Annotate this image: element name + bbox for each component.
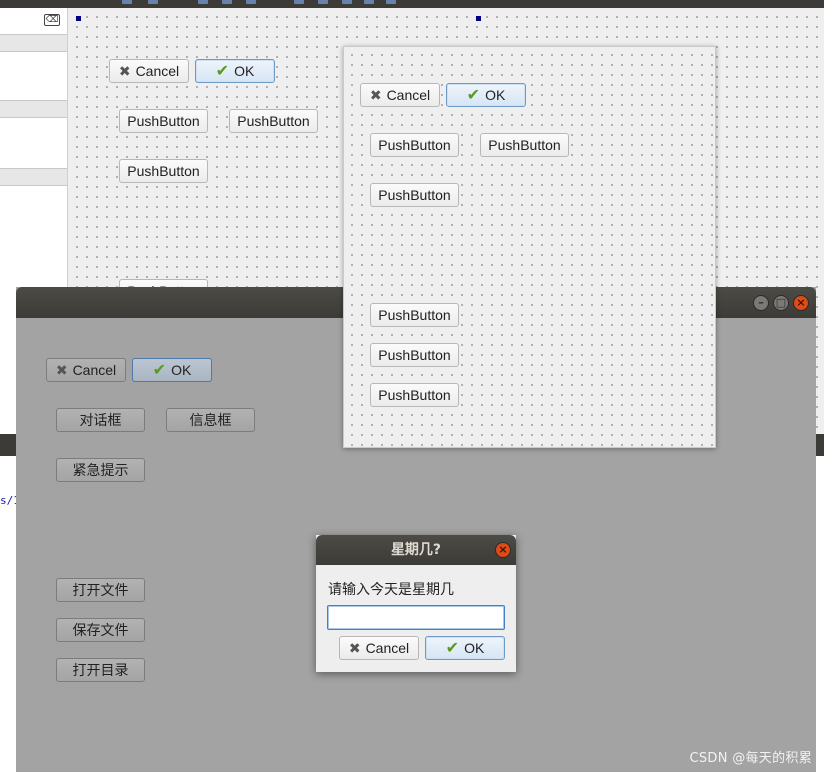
save-file-button-label: 保存文件 [72, 622, 129, 638]
minimize-icon[interactable]: – [753, 295, 769, 311]
cancel-icon: ✖ [118, 62, 131, 79]
category-header[interactable] [0, 168, 67, 186]
input-dialog-prompt: 请输入今天是星期几 [328, 582, 454, 598]
toolbar-icon[interactable] [294, 0, 304, 4]
open-dir-button-label: 打开目录 [72, 662, 129, 678]
save-file-button[interactable]: 保存文件 [56, 618, 145, 642]
pushbutton-label: PushButton [378, 387, 451, 403]
designer-pushbutton-1[interactable]: PushButton [119, 109, 208, 133]
pushbutton-label: PushButton [237, 113, 310, 129]
pushbutton-label: PushButton [127, 163, 200, 179]
watermark: CSDN @每天的积累 [689, 751, 812, 766]
cancel-icon: ✖ [55, 361, 68, 378]
designer-cancel-label: Cancel [135, 63, 180, 79]
open-dir-button[interactable]: 打开目录 [56, 658, 145, 682]
maximize-icon[interactable]: □ [773, 295, 789, 311]
toolbar-icon[interactable] [246, 0, 256, 4]
dock-titlebar [816, 434, 824, 456]
toolbar-icon[interactable] [222, 0, 232, 4]
input-dialog: 星期几? × 请输入今天是星期几 ✖ Cancel ✔ OK [316, 535, 516, 672]
open-file-button[interactable]: 打开文件 [56, 578, 145, 602]
ok-check-icon: ✔ [215, 63, 230, 80]
pushbutton-label: PushButton [378, 137, 451, 153]
designer-ok-button[interactable]: ✔ OK [195, 59, 275, 83]
designer-toolbar [0, 0, 824, 8]
toolbar-icon[interactable] [122, 0, 132, 4]
close-icon[interactable]: × [495, 542, 511, 558]
preview-pushbutton-1[interactable]: PushButton [370, 133, 459, 157]
designer-cancel-button[interactable]: ✖ Cancel [109, 59, 189, 83]
ok-check-icon: ✔ [445, 640, 460, 657]
selection-handle[interactable] [76, 16, 81, 21]
preview-cancel-button[interactable]: ✖ Cancel [360, 83, 440, 107]
input-dialog-title: 星期几? [390, 542, 442, 558]
toolbar-icon[interactable] [386, 0, 396, 4]
ok-check-icon: ✔ [466, 87, 481, 104]
main-cancel-button[interactable]: ✖ Cancel [46, 358, 126, 382]
preview-pushbutton-5[interactable]: PushButton [370, 343, 459, 367]
pushbutton-label: PushButton [127, 113, 200, 129]
input-dialog-ok-label: OK [464, 640, 485, 656]
close-icon[interactable]: × [793, 295, 809, 311]
pushbutton-label: PushButton [378, 187, 451, 203]
input-dialog-ok-button[interactable]: ✔ OK [425, 636, 505, 660]
input-dialog-cancel-button[interactable]: ✖ Cancel [339, 636, 419, 660]
dialog-button-label: 对话框 [79, 412, 122, 428]
ok-check-icon: ✔ [152, 362, 167, 379]
input-dialog-cancel-label: Cancel [365, 640, 410, 656]
cancel-icon: ✖ [369, 86, 382, 103]
preview-pushbutton-4[interactable]: PushButton [370, 303, 459, 327]
info-button-label: 信息框 [189, 412, 232, 428]
designer-ok-label: OK [234, 63, 255, 79]
preview-pushbutton-2[interactable]: PushButton [480, 133, 569, 157]
toolbar-icon[interactable] [148, 0, 158, 4]
main-cancel-label: Cancel [72, 362, 117, 378]
main-ok-label: OK [171, 362, 192, 378]
toolbar-icon[interactable] [364, 0, 374, 4]
pushbutton-label: PushButton [378, 307, 451, 323]
clear-filter-icon[interactable]: ⌫ [44, 14, 60, 26]
open-file-button-label: 打开文件 [72, 582, 129, 598]
pushbutton-label: PushButton [488, 137, 561, 153]
main-ok-button[interactable]: ✔ OK [132, 358, 212, 382]
preview-pushbutton-6[interactable]: PushButton [370, 383, 459, 407]
category-header[interactable] [0, 100, 67, 118]
toolbar-icon[interactable] [342, 0, 352, 4]
preview-pushbutton-3[interactable]: PushButton [370, 183, 459, 207]
designer-pushbutton-2[interactable]: PushButton [229, 109, 318, 133]
cancel-icon: ✖ [348, 639, 361, 656]
preview-ok-label: OK [485, 87, 506, 103]
toolbar-icon[interactable] [198, 0, 208, 4]
selection-handle[interactable] [476, 16, 481, 21]
input-dialog-titlebar[interactable]: 星期几? × [316, 535, 516, 565]
dock-titlebar [0, 434, 16, 456]
pushbutton-label: PushButton [378, 347, 451, 363]
info-button[interactable]: 信息框 [166, 408, 255, 432]
toolbar-icon[interactable] [318, 0, 328, 4]
urgent-button[interactable]: 紧急提示 [56, 458, 145, 482]
category-header[interactable] [0, 34, 67, 52]
weekday-input[interactable] [327, 605, 505, 630]
preview-ok-button[interactable]: ✔ OK [446, 83, 526, 107]
form-preview-window: ✖ Cancel ✔ OK PushButton PushButton Push… [343, 46, 716, 448]
designer-pushbutton-3[interactable]: PushButton [119, 159, 208, 183]
preview-cancel-label: Cancel [386, 87, 431, 103]
dialog-button[interactable]: 对话框 [56, 408, 145, 432]
urgent-button-label: 紧急提示 [72, 462, 129, 478]
